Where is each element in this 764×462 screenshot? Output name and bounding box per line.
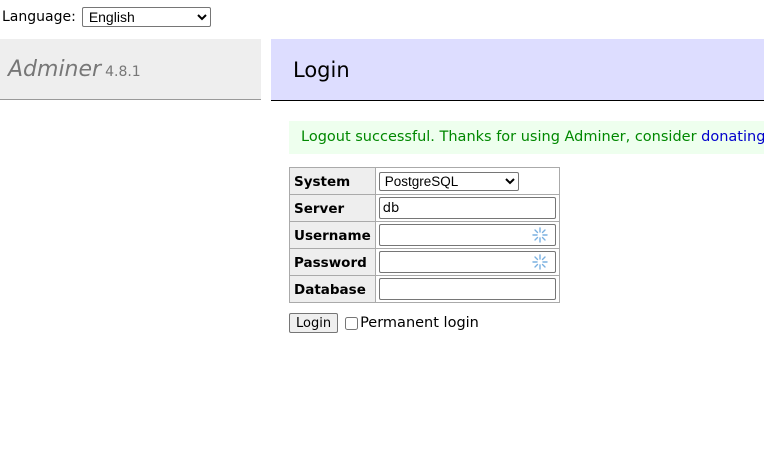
- language-label: Language:: [2, 9, 76, 25]
- donate-link[interactable]: donating.: [701, 129, 764, 145]
- system-row: System PostgreSQL: [289, 167, 560, 195]
- database-input[interactable]: [378, 278, 556, 300]
- server-input[interactable]: [378, 197, 556, 219]
- password-cell: [374, 248, 560, 276]
- password-field-wrap: [378, 251, 556, 273]
- language-bar: Language: English: [2, 7, 211, 27]
- database-row: Database: [289, 275, 560, 303]
- app-version: 4.8.1: [105, 64, 141, 80]
- system-select[interactable]: PostgreSQL: [378, 171, 519, 191]
- login-button[interactable]: Login: [289, 313, 339, 333]
- system-cell: PostgreSQL: [374, 167, 560, 195]
- login-form-table: System PostgreSQL Server Username: [289, 167, 560, 303]
- page-title: Login: [293, 58, 350, 82]
- sidebar-menu: Adminer 4.8.1: [0, 39, 261, 100]
- server-row: Server: [289, 194, 560, 222]
- system-label: System: [289, 167, 376, 195]
- database-label: Database: [289, 275, 376, 303]
- permanent-login-label[interactable]: Permanent login: [360, 315, 479, 331]
- password-row: Password: [289, 248, 560, 276]
- password-label: Password: [289, 248, 376, 276]
- username-field-wrap: [378, 224, 556, 246]
- login-actions: Login Permanent login: [289, 313, 479, 333]
- language-select[interactable]: English: [81, 7, 211, 27]
- app-logo[interactable]: Adminer 4.8.1: [8, 57, 141, 82]
- password-input[interactable]: [378, 251, 556, 273]
- username-cell: [374, 221, 560, 249]
- page-header: Login: [271, 39, 764, 101]
- server-cell: [374, 194, 560, 222]
- username-label: Username: [289, 221, 376, 249]
- database-cell: [374, 275, 560, 303]
- username-input[interactable]: [378, 224, 556, 246]
- server-label: Server: [289, 194, 376, 222]
- app-name[interactable]: Adminer: [8, 57, 101, 82]
- status-message: Logout successful. Thanks for using Admi…: [289, 121, 764, 154]
- username-row: Username: [289, 221, 560, 249]
- permanent-login-checkbox[interactable]: [345, 316, 359, 330]
- status-message-text: Logout successful. Thanks for using Admi…: [301, 129, 702, 145]
